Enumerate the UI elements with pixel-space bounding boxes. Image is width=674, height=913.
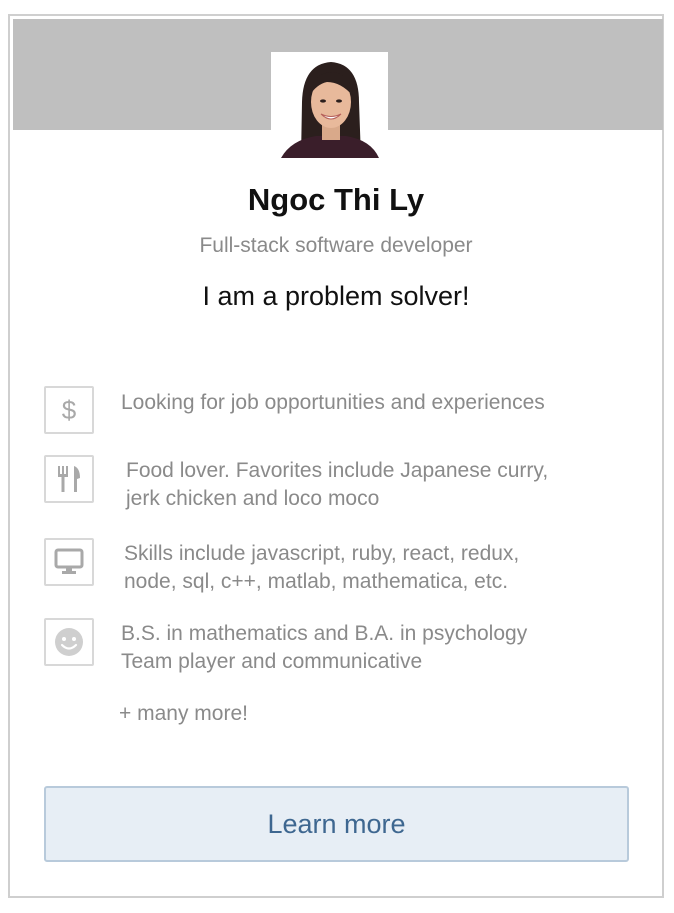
avatar — [271, 52, 388, 158]
profile-role: Full-stack software developer — [199, 234, 473, 257]
more-text: + many more! — [119, 702, 248, 725]
list-item-text: Skills include javascript, ruby, react, … — [124, 542, 520, 593]
fork-knife-icon — [58, 466, 80, 492]
profile-name: Ngoc Thi Ly — [247, 182, 425, 217]
monitor-icon — [54, 548, 84, 574]
dollar-icon: $ — [62, 395, 77, 425]
monitor-icon-box — [44, 538, 94, 586]
list-item-text: Looking for job opportunities and experi… — [121, 391, 545, 414]
list-item-text: B.S. in mathematics and B.A. in psycholo… — [121, 622, 528, 673]
profile-card: Ngoc Thi Ly Full-stack software develope… — [8, 14, 664, 898]
profile-tagline: I am a problem solver! — [202, 281, 470, 311]
svg-text:$: $ — [62, 395, 77, 425]
list-item-text: Food lover. Favorites include Japanese c… — [126, 459, 549, 510]
fork-knife-icon-box — [44, 455, 94, 503]
learn-more-button[interactable]: Learn more — [44, 786, 629, 862]
smiley-icon — [55, 628, 83, 656]
dollar-icon-box: $ — [44, 386, 94, 434]
smiley-icon-box — [44, 618, 94, 666]
